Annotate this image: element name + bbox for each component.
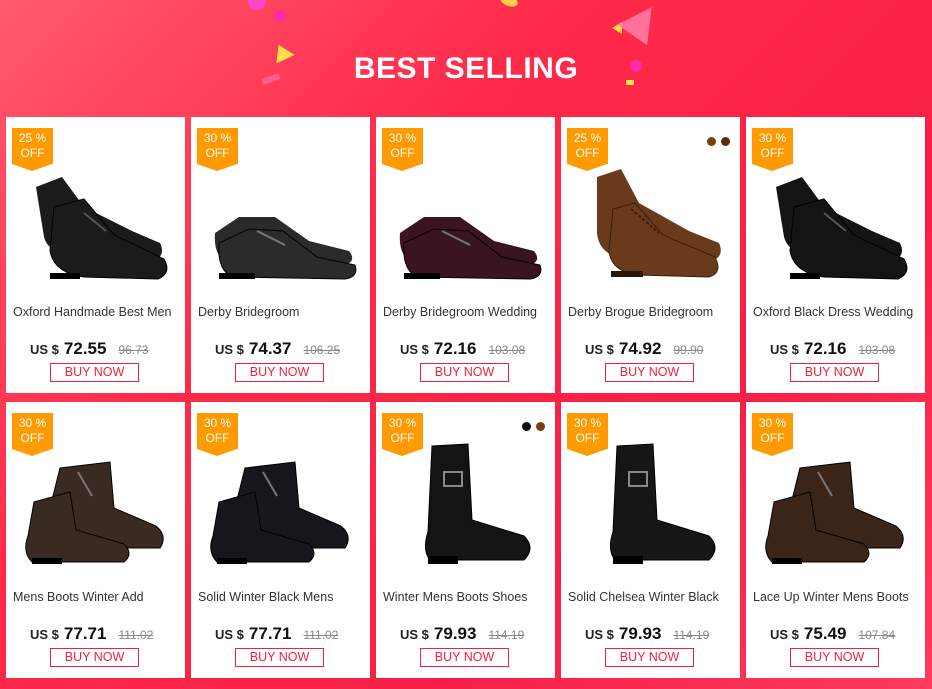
product-name[interactable]: Oxford Handmade Best Men [13,305,183,319]
section-title: BEST SELLING [353,52,579,85]
product-card[interactable]: 30 % OFF Lace Up Winter Mens Boots US $ 75… [746,402,925,678]
product-card[interactable]: 30 % OFF Solid Winter Black Mens US $ 77.7… [191,402,370,678]
price: 79.93 [433,624,477,643]
color-swatches[interactable] [522,422,545,431]
discount-badge: 30 % OFF [197,413,238,456]
buy-now-button[interactable]: BUY NOW [235,363,324,382]
currency: US $ [770,342,799,357]
product-card[interactable]: 25 % OFF Derby Brogue Bridegroom US $ 74.9… [561,117,740,393]
price-row: US $ 74.37 106.25 [215,339,340,359]
price-row: US $ 77.71 111.02 [215,624,338,644]
buy-now-button[interactable]: BUY NOW [605,648,694,667]
price: 74.37 [248,339,292,358]
old-price: 103.08 [858,343,896,357]
price-row: US $ 72.55 96.73 [30,339,148,359]
price-row: US $ 75.49 107.84 [770,624,895,644]
price: 72.16 [803,339,847,358]
price-row: US $ 79.93 114.19 [585,624,709,644]
price: 77.71 [63,624,107,643]
color-swatches[interactable] [707,137,730,146]
color-swatch[interactable] [707,137,716,146]
product-name[interactable]: Solid Winter Black Mens [198,590,368,604]
product-name[interactable]: Derby Brogue Bridegroom [568,305,738,319]
price-row: US $ 72.16 103.08 [400,339,525,359]
product-name[interactable]: Lace Up Winter Mens Boots [753,590,923,604]
old-price: 96.73 [118,343,149,357]
buy-now-button[interactable]: BUY NOW [790,363,879,382]
price: 72.55 [63,339,107,358]
currency: US $ [215,342,244,357]
price-row: US $ 72.16 103.08 [770,339,895,359]
currency: US $ [585,627,614,642]
product-name[interactable]: Mens Boots Winter Add [13,590,183,604]
currency: US $ [30,627,59,642]
product-name[interactable]: Solid Chelsea Winter Black [568,590,738,604]
discount-badge: 30 % OFF [197,128,238,171]
color-swatch[interactable] [721,137,730,146]
currency: US $ [400,342,429,357]
buy-now-button[interactable]: BUY NOW [790,648,879,667]
buy-now-button[interactable]: BUY NOW [235,648,324,667]
buy-now-button[interactable]: BUY NOW [50,363,139,382]
discount-badge: 25 % OFF [12,128,53,171]
product-card[interactable]: 30 % OFF Oxford Black Dress Wedding US $ 7… [746,117,925,393]
currency: US $ [770,627,799,642]
old-price: 114.19 [488,628,525,642]
product-grid: 25 % OFF Oxford Handmade Best Men US $ 72.… [6,117,925,678]
product-card[interactable]: 30 % OFF Derby Bridegroom Wedding US $ 72.… [376,117,555,393]
price-row: US $ 77.71 111.02 [30,624,153,644]
price: 77.71 [248,624,292,643]
currency: US $ [215,627,244,642]
currency: US $ [400,627,429,642]
buy-now-button[interactable]: BUY NOW [420,648,509,667]
product-name[interactable]: Oxford Black Dress Wedding [753,305,923,319]
discount-badge: 30 % OFF [12,413,53,456]
discount-badge: 30 % OFF [382,128,423,171]
old-price: 114.19 [673,628,710,642]
product-name[interactable]: Derby Bridegroom [198,305,368,319]
product-card[interactable]: 30 % OFF Winter Mens Boots Shoes US $ 79.9… [376,402,555,678]
old-price: 111.02 [118,628,154,642]
product-name[interactable]: Derby Bridegroom Wedding [383,305,553,319]
old-price: 103.08 [488,343,526,357]
discount-badge: 30 % OFF [382,413,423,456]
product-card[interactable]: 25 % OFF Oxford Handmade Best Men US $ 72.… [6,117,185,393]
price: 79.93 [618,624,662,643]
product-card[interactable]: 30 % OFF Solid Chelsea Winter Black US $ 7… [561,402,740,678]
old-price: 99.90 [673,343,704,357]
color-swatch[interactable] [522,422,531,431]
price-row: US $ 79.93 114.19 [400,624,524,644]
old-price: 106.25 [303,343,341,357]
price: 72.16 [433,339,477,358]
buy-now-button[interactable]: BUY NOW [605,363,694,382]
buy-now-button[interactable]: BUY NOW [50,648,139,667]
old-price: 111.02 [303,628,339,642]
price: 75.49 [803,624,847,643]
price-row: US $ 74.92 99.90 [585,339,703,359]
product-name[interactable]: Winter Mens Boots Shoes [383,590,553,604]
product-card[interactable]: 30 % OFF Derby Bridegroom US $ 74.37 106.25… [191,117,370,393]
discount-badge: 30 % OFF [752,413,793,456]
price: 74.92 [618,339,662,358]
discount-badge: 30 % OFF [752,128,793,171]
product-card[interactable]: 30 % OFF Mens Boots Winter Add US $ 77.71 1… [6,402,185,678]
currency: US $ [585,342,614,357]
buy-now-button[interactable]: BUY NOW [420,363,509,382]
discount-badge: 25 % OFF [567,128,608,171]
discount-badge: 30 % OFF [567,413,608,456]
currency: US $ [30,342,59,357]
color-swatch[interactable] [536,422,545,431]
old-price: 107.84 [858,628,896,642]
